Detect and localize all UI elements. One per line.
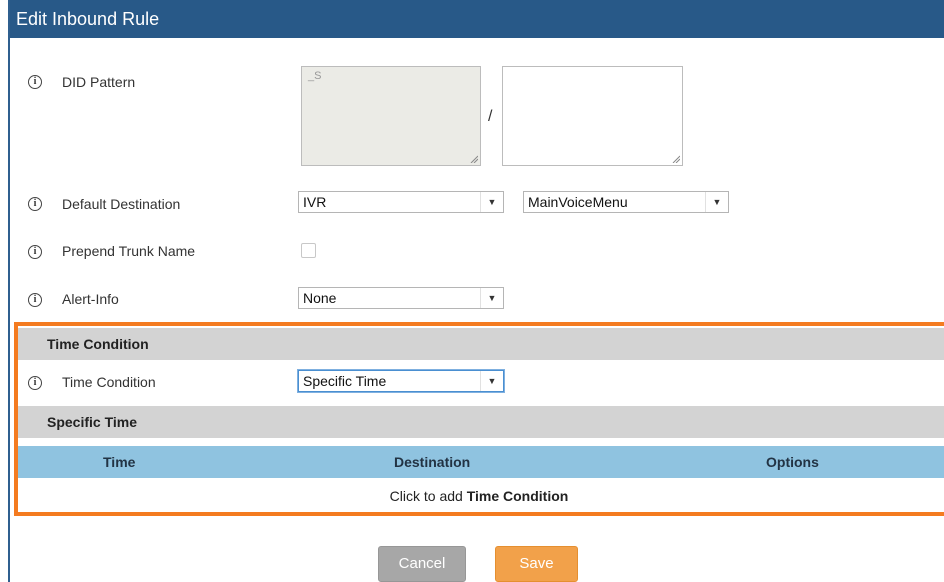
time-condition-panel: Time Condition i Time Condition Specific…: [14, 322, 944, 516]
alert-info-value: None: [303, 290, 337, 306]
default-destination-type-value: IVR: [303, 194, 327, 210]
default-destination-target-value: MainVoiceMenu: [528, 194, 628, 210]
info-icon[interactable]: i: [28, 293, 42, 307]
did-pattern-label: DID Pattern: [62, 74, 136, 90]
info-icon[interactable]: i: [28, 245, 42, 259]
prepend-trunk-name-checkbox[interactable]: [301, 243, 316, 258]
default-destination-target-select[interactable]: MainVoiceMenu ▼: [523, 191, 729, 213]
column-header-destination: Destination: [394, 454, 471, 470]
dialog-title: Edit Inbound Rule: [10, 0, 944, 38]
chevron-down-icon: ▼: [480, 192, 503, 212]
save-button[interactable]: Save: [495, 546, 578, 582]
did-pattern-prefix-textarea: _S: [301, 66, 481, 166]
did-pattern-separator: /: [488, 108, 493, 125]
cancel-button[interactable]: Cancel: [378, 546, 466, 582]
info-icon[interactable]: i: [28, 75, 42, 89]
column-header-time: Time: [103, 454, 136, 470]
prepend-trunk-name-label: Prepend Trunk Name: [62, 243, 196, 259]
default-destination-label: Default Destination: [62, 196, 181, 212]
default-destination-type-select[interactable]: IVR ▼: [298, 191, 504, 213]
chevron-down-icon: ▼: [480, 371, 503, 391]
alert-info-label: Alert-Info: [62, 291, 119, 307]
time-condition-table-header: Time Destination Options: [18, 446, 944, 478]
did-pattern-suffix-textarea[interactable]: [502, 66, 683, 166]
chevron-down-icon: ▼: [705, 192, 728, 212]
resize-grip-icon[interactable]: [470, 155, 478, 163]
time-condition-value: Specific Time: [303, 373, 387, 389]
time-condition-select[interactable]: Specific Time ▼: [298, 370, 504, 392]
add-time-condition-row[interactable]: Click to add Time Condition: [18, 478, 944, 514]
info-icon[interactable]: i: [28, 376, 42, 390]
window-left-border: [0, 0, 10, 582]
add-time-condition-prefix: Click to add: [389, 488, 467, 504]
did-pattern-prefix-value: _S: [308, 70, 322, 82]
resize-grip-icon[interactable]: [672, 155, 680, 163]
time-condition-section-header: Time Condition: [18, 328, 944, 360]
info-icon[interactable]: i: [28, 197, 42, 211]
column-header-options: Options: [766, 454, 819, 470]
specific-time-section-header: Specific Time: [18, 406, 944, 438]
time-condition-label: Time Condition: [62, 374, 156, 390]
alert-info-select[interactable]: None ▼: [298, 287, 504, 309]
chevron-down-icon: ▼: [480, 288, 503, 308]
add-time-condition-link[interactable]: Time Condition: [467, 488, 569, 504]
